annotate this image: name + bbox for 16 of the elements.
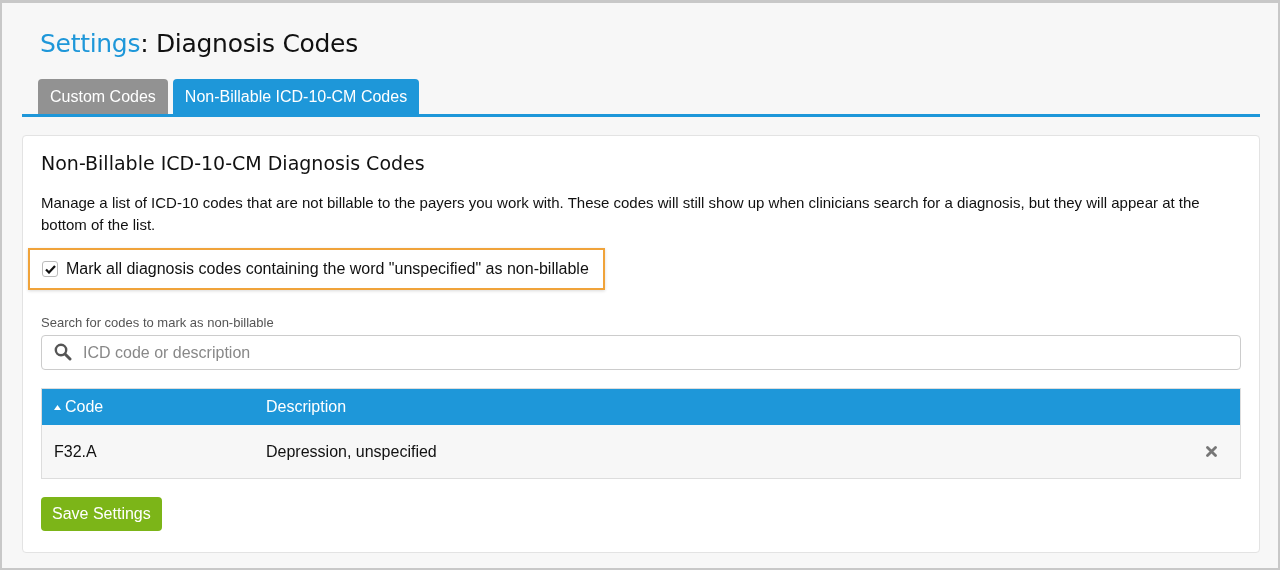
page-title: : Diagnosis Codes xyxy=(140,29,358,58)
settings-link[interactable]: Settings xyxy=(40,29,141,58)
tab[interactable]: Custom Codes xyxy=(38,79,168,114)
table-cell-text: Depression, unspecified xyxy=(265,442,438,461)
close-icon xyxy=(1206,446,1217,457)
tab[interactable]: Non-Billable ICD-10-CM Codes xyxy=(172,79,420,114)
save-button[interactable]: Save Settings xyxy=(41,497,162,531)
column-header[interactable]: Description xyxy=(254,398,359,416)
search-label: Search for codes to mark as non-billable xyxy=(41,315,275,330)
section-heading: Non-Billable ICD-10-CM Diagnosis Codes xyxy=(41,152,426,174)
column-header[interactable]: Code xyxy=(42,398,254,416)
checkbox-label: Mark all diagnosis codes containing the word "unspecified" as non-billable xyxy=(66,260,589,278)
table-cell-text: F32.A xyxy=(53,442,98,461)
description-text: Manage a list of ICD-10 codes that are not billable to the payers you work with. These codes will still show up when clinicians search for a diagnosis, but they will appear at the bottom of the list. xyxy=(41,193,1201,235)
checkbox[interactable] xyxy=(42,261,58,277)
search-field[interactable]: ICD code or description xyxy=(41,335,1241,370)
